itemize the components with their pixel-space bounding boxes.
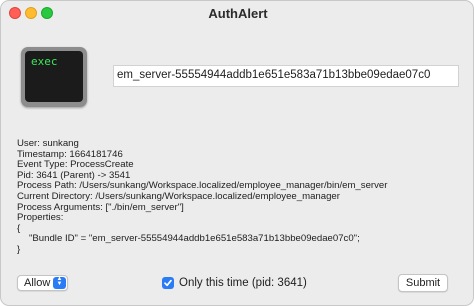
detail-user: User: sunkang xyxy=(17,138,79,149)
submit-button[interactable]: Submit xyxy=(398,274,448,292)
detail-bundle-id: "Bundle ID" = "em_server-55554944addb1e6… xyxy=(29,233,360,245)
only-this-time-label: Only this time (pid: 3641) xyxy=(179,277,307,289)
terminal-text: exec xyxy=(31,55,58,68)
window-title: AuthAlert xyxy=(208,6,268,21)
detail-process-arguments: Process Arguments: ["./bin/em_server"] xyxy=(17,201,184,213)
chevron-up-down-icon: ▲ ▼ xyxy=(53,276,66,289)
detail-current-directory: Current Directory: /Users/sunkang/Worksp… xyxy=(17,190,340,202)
detail-close-brace: } xyxy=(17,243,21,255)
title-bar: AuthAlert xyxy=(1,1,473,28)
action-popup-button[interactable]: Allow ▲ ▼ xyxy=(17,275,68,291)
authalert-window: AuthAlert exec em_server-55554944addb1e6… xyxy=(0,0,474,306)
terminal-screen: exec xyxy=(25,51,83,102)
process-name-field[interactable]: em_server-55554944addb1e651e583a71b13bbe… xyxy=(113,65,459,87)
event-details: User: sunkang Timestamp: 1664181746 Even… xyxy=(17,138,387,256)
terminal-exec-icon: exec xyxy=(21,47,87,107)
checkmark-icon xyxy=(164,279,172,287)
detail-properties-label: Properties: xyxy=(17,212,64,224)
only-this-time-checkbox[interactable] xyxy=(162,277,174,289)
action-selected-label: Allow xyxy=(24,277,51,289)
